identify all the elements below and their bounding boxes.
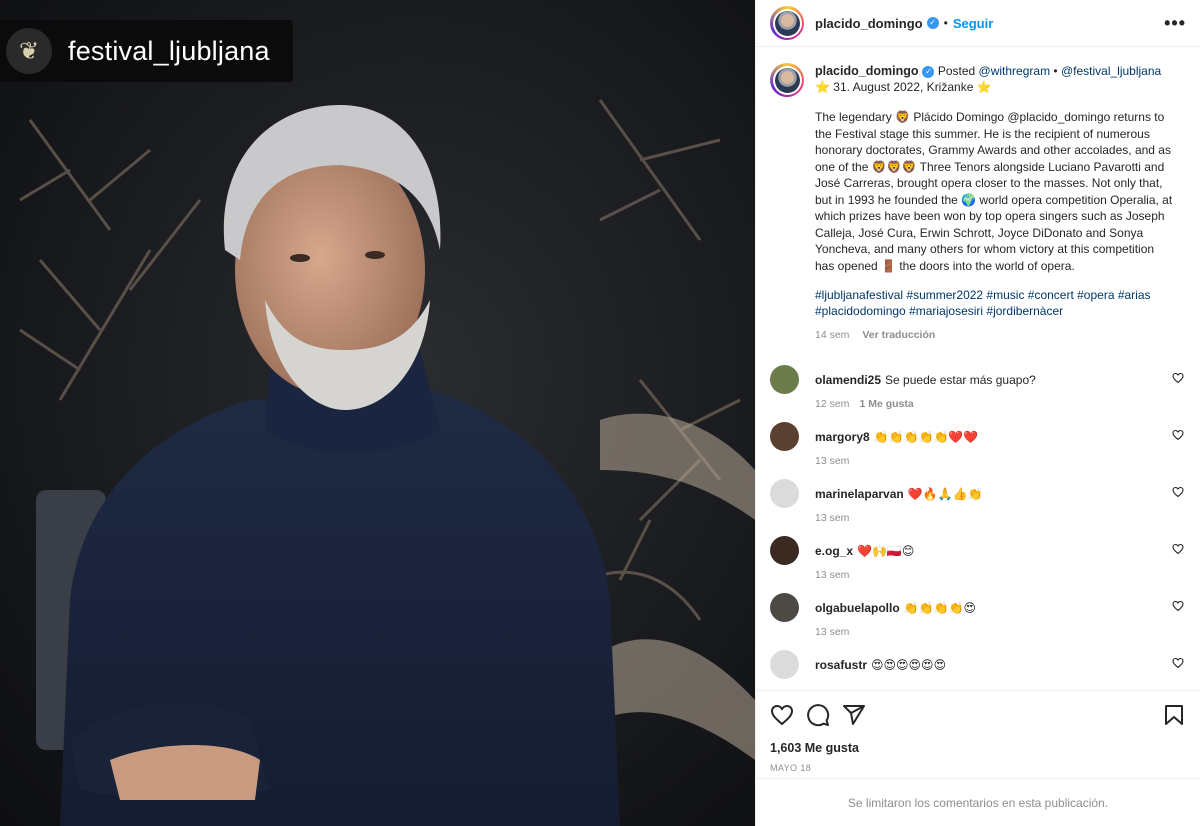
comment-like-icon[interactable] — [1172, 657, 1184, 669]
more-options-icon[interactable]: ••• — [1164, 13, 1186, 34]
comment-icon[interactable] — [806, 703, 830, 727]
caption-date-line: ⭐ 31. August 2022, Križanke ⭐ — [815, 80, 992, 94]
comment-item: marinelaparvan ❤️🔥🙏👍👏 13 sem — [770, 479, 1184, 536]
comment-list: olamendi25 Se puede estar más guapo? 12 se… — [770, 365, 1184, 690]
post-header: placido_domingo ✓ • Seguir ••• — [756, 0, 1200, 47]
share-icon[interactable] — [842, 703, 866, 727]
comment-like-icon[interactable] — [1172, 600, 1184, 612]
comment-avatar[interactable] — [770, 593, 799, 622]
comment-avatar[interactable] — [770, 650, 799, 679]
comment-item: olgabuelapollo 👏👏👏👏😍 13 sem — [770, 593, 1184, 650]
like-count[interactable]: 1,603 Me gusta — [770, 741, 1186, 755]
comment-username[interactable]: margory8 — [815, 430, 870, 444]
comment-likes[interactable]: 1 Me gusta — [859, 398, 913, 410]
post-date: MAYO 18 — [770, 763, 812, 773]
comment-username[interactable]: olamendi25 — [815, 373, 881, 387]
comment-text: 😍😍😍😍😍😍 — [871, 658, 947, 672]
comment-age: 13 sem — [815, 569, 850, 581]
repost-badge: ❦ festival_ljubljana — [0, 20, 293, 82]
caption-text: The legendary 🦁 Plácido Domingo @placido… — [815, 110, 1173, 273]
comments-limited-notice: Se limitaron los comentarios en esta pub… — [756, 778, 1200, 826]
comment-item: olamendi25 Se puede estar más guapo? 12 se… — [770, 365, 1184, 422]
festival-logo-icon: ❦ — [6, 28, 52, 74]
comment-age: 13 sem — [815, 512, 850, 524]
comment-like-icon[interactable] — [1172, 543, 1184, 555]
separator-dot: • — [943, 16, 948, 30]
repost-username: festival_ljubljana — [68, 35, 270, 66]
comment-like-icon[interactable] — [1172, 486, 1184, 498]
comment-username[interactable]: olgabuelapollo — [815, 601, 900, 615]
comment-item: rosafustr 😍😍😍😍😍😍 — [770, 650, 1184, 690]
comment-username[interactable]: e.og_x — [815, 544, 853, 558]
comment-item: margory8 👏👏👏👏👏❤️❤️ 13 sem — [770, 422, 1184, 479]
comment-like-icon[interactable] — [1172, 372, 1184, 384]
translate-link[interactable]: Ver traducción — [862, 329, 935, 341]
verified-badge-icon: ✓ — [926, 17, 939, 29]
comment-text: 👏👏👏👏😍 — [903, 601, 976, 615]
comment-avatar[interactable] — [770, 365, 799, 394]
author-username[interactable]: placido_domingo — [815, 16, 923, 31]
comment-username[interactable]: rosafustr — [815, 658, 867, 672]
caption-age: 14 sem — [815, 329, 850, 341]
comment-text: ❤️🙌🇵🇱😊 — [857, 544, 915, 558]
comment-item: e.og_x ❤️🙌🇵🇱😊 13 sem — [770, 536, 1184, 593]
comments-scroll-area[interactable]: placido_domingo ✓ Posted @withregram • @f… — [756, 48, 1200, 690]
comment-avatar[interactable] — [770, 422, 799, 451]
caption-meta: 14 sem Ver traducción — [815, 327, 1175, 343]
comment-age: 12 sem — [815, 398, 850, 410]
author-avatar[interactable] — [770, 6, 804, 40]
follow-button[interactable]: Seguir — [953, 16, 993, 31]
comment-text: ❤️🔥🙏👍👏 — [907, 487, 983, 501]
caption-avatar[interactable] — [770, 63, 804, 97]
comment-like-icon[interactable] — [1172, 429, 1184, 441]
comment-avatar[interactable] — [770, 479, 799, 508]
comment-text: Se puede estar más guapo? — [885, 373, 1036, 387]
caption-hashtags[interactable]: #ljubljanafestival #summer2022 #music #c… — [815, 287, 1175, 319]
caption-separator: • — [1053, 64, 1058, 78]
verified-badge-icon: ✓ — [922, 65, 935, 78]
caption-username[interactable]: placido_domingo — [815, 64, 918, 78]
post-sidebar: placido_domingo ✓ • Seguir ••• placido_d… — [755, 0, 1200, 826]
caption-tag-link[interactable]: @festival_ljubljana — [1061, 64, 1161, 78]
comment-text: 👏👏👏👏👏❤️❤️ — [873, 430, 979, 444]
caption: placido_domingo ✓ Posted @withregram • @f… — [770, 63, 1184, 343]
comment-username[interactable]: marinelaparvan — [815, 487, 904, 501]
comment-age: 13 sem — [815, 455, 850, 467]
post-image — [0, 0, 755, 826]
like-heart-icon[interactable] — [770, 703, 794, 727]
post-actions: 1,603 Me gusta MAYO 18 — [756, 690, 1200, 773]
caption-posted: Posted — [937, 64, 976, 78]
caption-via-link[interactable]: @withregram — [979, 64, 1051, 78]
comment-age: 13 sem — [815, 626, 850, 638]
post-photo[interactable]: ❦ festival_ljubljana — [0, 0, 755, 826]
comment-avatar[interactable] — [770, 536, 799, 565]
save-bookmark-icon[interactable] — [1162, 703, 1186, 727]
